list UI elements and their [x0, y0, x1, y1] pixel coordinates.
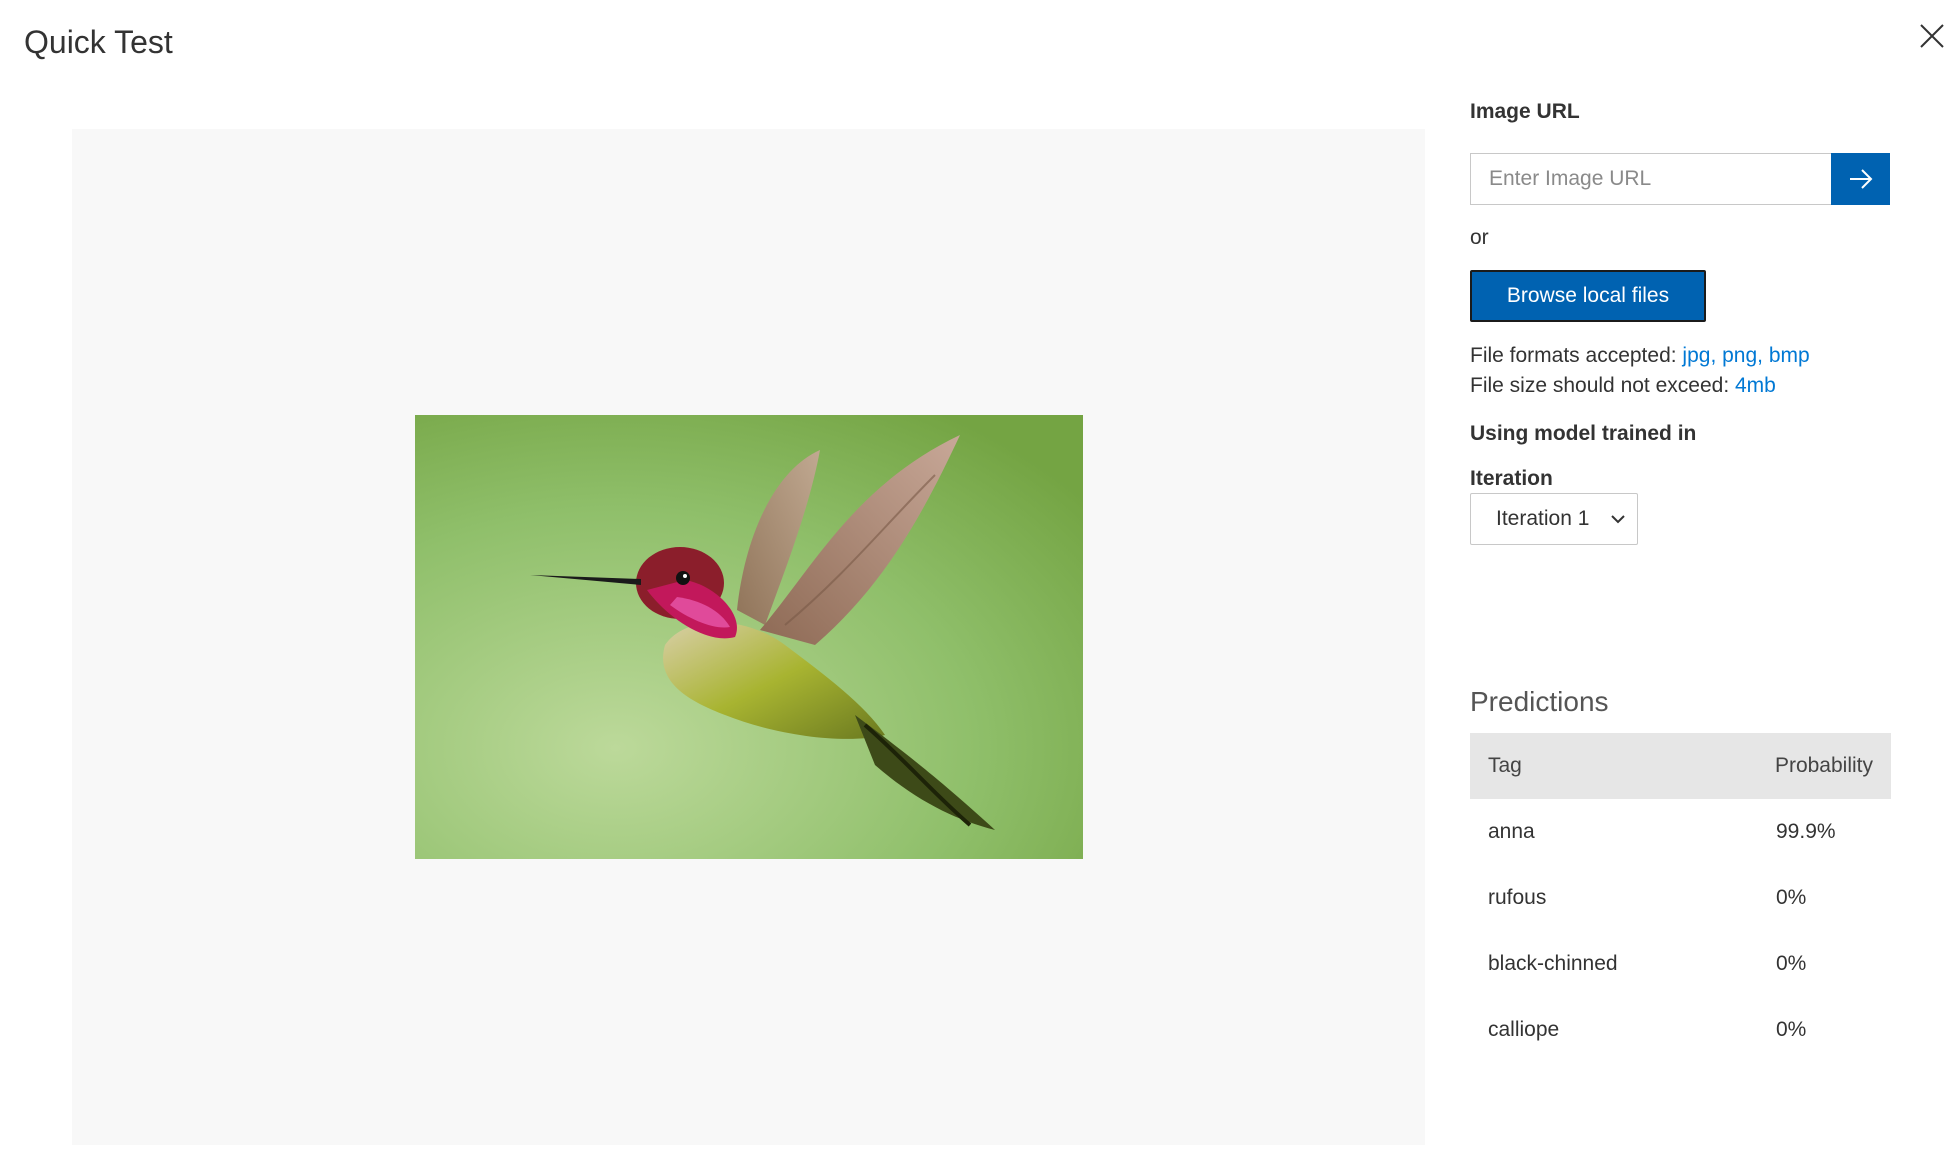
file-size-info: File size should not exceed: 4mb — [1470, 374, 1776, 398]
image-preview-area — [72, 129, 1425, 1145]
file-size-label: File size should not exceed: — [1470, 374, 1735, 397]
tag-cell: calliope — [1488, 1018, 1560, 1041]
arrow-right-icon — [1849, 169, 1872, 189]
probability-cell: 0% — [1776, 886, 1807, 909]
image-url-label: Image URL — [1470, 100, 1580, 123]
model-trained-label: Using model trained in — [1470, 422, 1697, 445]
iteration-label: Iteration — [1470, 467, 1553, 490]
header-tag: Tag — [1488, 754, 1522, 777]
browse-local-files-button[interactable]: Browse local files — [1470, 270, 1706, 322]
tag-cell: anna — [1488, 820, 1535, 843]
table-row: calliope 0% — [1470, 997, 1891, 1063]
close-button[interactable] — [1912, 16, 1952, 56]
probability-cell: 99.9% — [1776, 820, 1836, 843]
iteration-selected-value: Iteration 1 — [1496, 507, 1590, 530]
image-url-row — [1470, 153, 1890, 205]
predictions-title: Predictions — [1470, 686, 1609, 717]
header-probability: Probability — [1774, 754, 1873, 777]
file-formats-label: File formats accepted: — [1470, 344, 1683, 367]
file-formats-value: jpg, png, bmp — [1682, 344, 1810, 367]
file-size-value: 4mb — [1734, 374, 1776, 397]
image-url-input[interactable] — [1470, 153, 1831, 205]
table-row: rufous 0% — [1470, 865, 1891, 931]
file-formats-info: File formats accepted: jpg, png, bmp — [1470, 344, 1810, 368]
table-row: anna 99.9% — [1470, 799, 1891, 865]
iteration-dropdown[interactable]: Iteration 1 — [1470, 493, 1638, 545]
submit-url-button[interactable] — [1831, 153, 1890, 205]
predictions-header-row: Tag Probability — [1470, 733, 1891, 799]
dialog-title: Quick Test — [24, 24, 173, 60]
close-icon — [1920, 24, 1944, 48]
tag-cell: black-chinned — [1488, 952, 1618, 975]
chevron-down-icon — [1611, 515, 1625, 524]
probability-cell: 0% — [1776, 1018, 1807, 1041]
predictions-table: Tag Probability anna 99.9% rufous 0% bla… — [1470, 733, 1891, 1063]
test-image — [415, 415, 1083, 859]
or-separator: or — [1470, 226, 1489, 249]
probability-cell: 0% — [1776, 952, 1807, 975]
tag-cell: rufous — [1488, 886, 1547, 909]
table-row: black-chinned 0% — [1470, 931, 1891, 997]
